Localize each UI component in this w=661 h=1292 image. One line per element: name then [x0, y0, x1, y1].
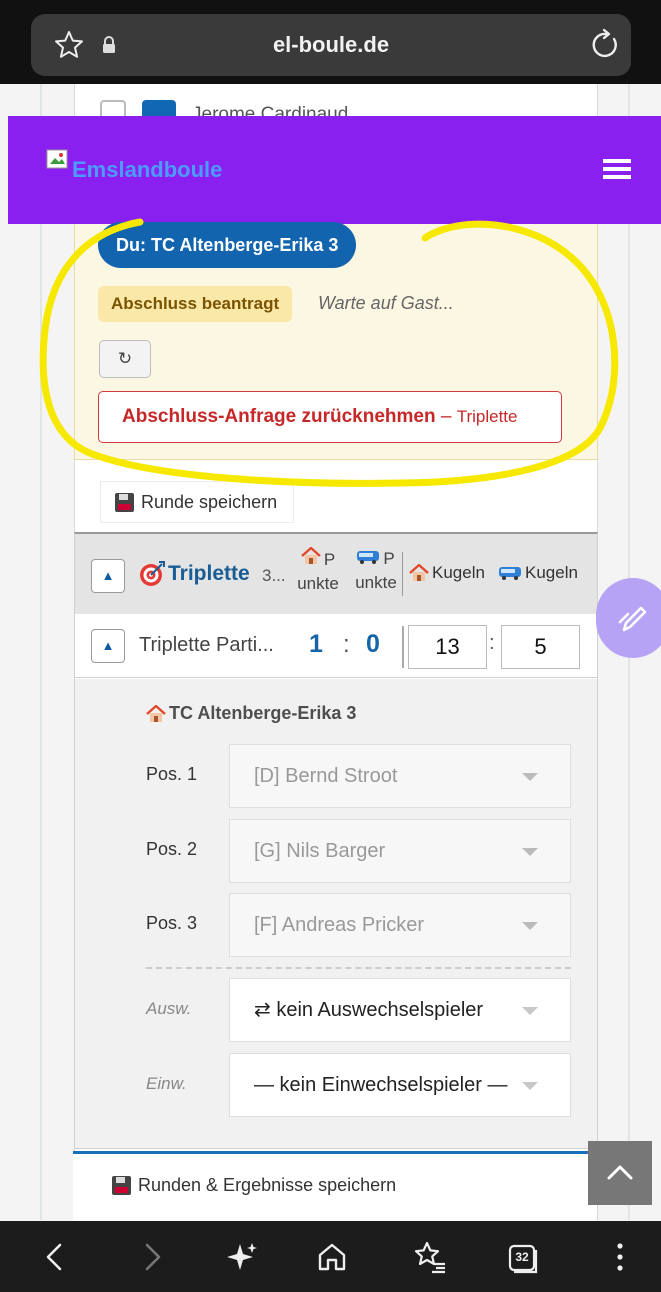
column-guest-points: P unkte: [352, 547, 400, 595]
hamburger-menu-icon[interactable]: [603, 159, 631, 185]
home-icon: [146, 704, 166, 722]
balls-home-input[interactable]: 13: [408, 625, 487, 669]
score-separator: :: [343, 631, 350, 658]
player-select-pos3[interactable]: [F] Andreas Pricker: [229, 893, 571, 957]
player-row-peek: Jerome Cardinaud: [100, 84, 570, 118]
col-home-points-l1: P: [323, 550, 336, 569]
substitute-out-label: Ausw.: [146, 999, 192, 1018]
withdraw-sublabel: Triplette: [456, 407, 518, 426]
tab-count: 32: [515, 1250, 529, 1264]
player-select-pos1[interactable]: [D] Bernd Stroot: [229, 744, 571, 808]
position-label: Pos. 3: [146, 913, 198, 933]
withdraw-label: Abschluss-Anfrage zurücknehmen: [122, 406, 436, 427]
home-icon: [301, 547, 321, 564]
browser-navbar: 32: [0, 1221, 661, 1292]
score-divider: [402, 626, 404, 668]
player-select-value: [F] Andreas Pricker: [254, 914, 425, 936]
target-icon: [140, 561, 165, 586]
bookmarks-icon[interactable]: [412, 1239, 448, 1275]
site-logo-link[interactable]: Emslandboule: [46, 149, 222, 191]
chevron-down-icon: [522, 773, 538, 781]
collapse-toggle[interactable]: ▲: [91, 629, 125, 663]
forward-icon[interactable]: [133, 1239, 169, 1275]
team-name: TC Altenberge-Erika 3: [169, 703, 357, 723]
player-select-value: [G] Nils Barger: [254, 840, 386, 862]
collapse-toggle[interactable]: ▲: [91, 559, 125, 593]
score-home: 1: [309, 630, 323, 658]
score-guest: 0: [366, 630, 380, 658]
site-header: Emslandboule: [8, 116, 661, 224]
column-home-balls: Kugeln: [409, 563, 485, 583]
withdraw-separator: –: [435, 406, 457, 427]
site-brand[interactable]: Emslandboule: [72, 149, 222, 191]
page-rail: [40, 84, 42, 1220]
home-icon[interactable]: [314, 1239, 350, 1275]
more-icon[interactable]: [602, 1239, 638, 1275]
save-all-label: Runden & Ergebnisse speichern: [138, 1175, 397, 1195]
edit-fab[interactable]: [596, 578, 661, 658]
tabs-icon[interactable]: 32: [505, 1239, 541, 1275]
sparkle-icon[interactable]: [224, 1239, 260, 1275]
pen-icon: [618, 606, 647, 632]
bus-icon: [357, 551, 380, 564]
bus-icon: [499, 567, 521, 580]
waiting-text: Warte auf Gast...: [318, 293, 454, 313]
url-text[interactable]: el-boule.de: [31, 32, 631, 58]
address-bar[interactable]: el-boule.de: [31, 14, 631, 76]
reload-icon[interactable]: [589, 28, 623, 62]
team-pill: Du: TC Altenberge-Erika 3: [98, 222, 357, 268]
game-subtitle: 3...: [262, 566, 286, 585]
save-all-button[interactable]: Runden & Ergebnisse speichern: [112, 1175, 396, 1196]
column-guest-balls: Kugeln: [499, 563, 578, 583]
back-icon[interactable]: [38, 1239, 74, 1275]
column-home-points: P unkte: [296, 547, 340, 596]
status-badge: Abschluss beantragt: [98, 286, 293, 322]
chevron-down-icon: [522, 922, 538, 930]
column-divider: [402, 552, 403, 596]
chevron-up-icon: [607, 1165, 633, 1180]
player-select-pos2[interactable]: [G] Nils Barger: [229, 819, 571, 883]
balls-guest-input[interactable]: 5: [501, 625, 580, 669]
screen: el-boule.de Jerome Cardinaud Emslandboul…: [0, 0, 661, 1292]
broken-image-icon: [46, 149, 68, 169]
match-name: Triplette Parti...: [139, 634, 274, 656]
scroll-to-top-button[interactable]: [588, 1141, 652, 1205]
position-label: Pos. 1: [146, 764, 198, 784]
position-label: Pos. 2: [146, 839, 198, 859]
browser-toolbar: el-boule.de: [0, 0, 661, 84]
substitute-out-select[interactable]: ⇄ kein Auswechselspieler: [229, 978, 571, 1042]
team-heading: TC Altenberge-Erika 3: [146, 703, 356, 724]
refresh-button[interactable]: ↻: [99, 340, 151, 378]
dashed-divider: [146, 967, 571, 969]
chevron-down-icon: [522, 1007, 538, 1015]
chevron-down-icon: [522, 848, 538, 856]
balls-separator: :: [489, 632, 495, 654]
column-guest-balls-label: Kugeln: [525, 563, 578, 582]
home-icon: [409, 564, 429, 581]
save-round-button[interactable]: Runde speichern: [100, 481, 295, 523]
col-guest-points-l1: P: [383, 549, 395, 568]
save-round-label: Runde speichern: [141, 492, 278, 512]
column-home-balls-label: Kugeln: [432, 563, 485, 582]
floppy-disk-icon: [115, 492, 134, 512]
substitute-in-select[interactable]: — kein Einwechselspieler —: [229, 1053, 571, 1117]
withdraw-closure-button[interactable]: Abschluss-Anfrage zurücknehmen – Triplet…: [98, 391, 562, 443]
chevron-down-icon: [522, 1082, 538, 1090]
floppy-disk-icon: [112, 1176, 131, 1195]
col-home-points-l2: unkte: [297, 574, 339, 593]
game-title: Triplette: [168, 562, 250, 585]
substitute-out-value: ⇄ kein Auswechselspieler: [254, 999, 484, 1021]
col-guest-points-l2: unkte: [355, 573, 397, 592]
substitute-in-value: — kein Einwechselspieler —: [254, 1074, 508, 1096]
player-select-value: [D] Bernd Stroot: [254, 765, 398, 787]
substitute-in-label: Einw.: [146, 1074, 187, 1093]
